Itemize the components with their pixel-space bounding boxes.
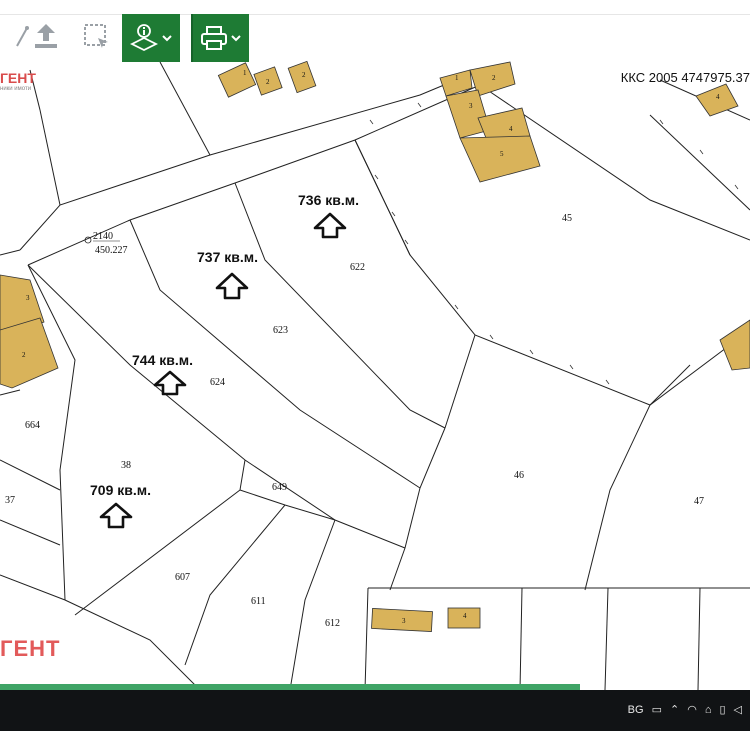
layers-info-icon (129, 24, 159, 52)
arrow-up-icon (215, 272, 249, 300)
parcel-number: 612 (325, 618, 340, 629)
point-code: 2140 (93, 231, 113, 242)
building-number: 2 (22, 351, 26, 359)
buildings (0, 60, 750, 632)
building-number: 3 (26, 294, 30, 302)
chevron-up-icon[interactable]: ⌃ (670, 703, 679, 716)
print-dropdown[interactable] (193, 14, 249, 62)
map-toolbar (0, 0, 750, 15)
cadastral-map[interactable]: 1 2 2 1 2 3 4 5 4 3 2 3 4 622 623 624 66… (0, 0, 750, 690)
parcel-number: 46 (514, 470, 524, 481)
agency-logo-top: ГЕНТ ники имоти (0, 70, 40, 104)
upload-icon (35, 24, 57, 48)
building-number: 1 (243, 69, 247, 77)
chevron-down-icon (231, 35, 241, 42)
upload-button[interactable] (24, 14, 68, 58)
arrow-up-icon (153, 370, 187, 396)
parcel-number: 47 (694, 496, 704, 507)
select-area-button[interactable] (74, 14, 118, 58)
logo-subtext: ники имоти (0, 86, 32, 92)
wifi-icon[interactable]: ◠ (687, 703, 697, 716)
keyboard-icon[interactable]: ▭ (652, 703, 662, 716)
system-tray: BG ▭ ⌃ ◠ ⌂ ▯ ◁ (628, 703, 742, 717)
point-elevation: 450.227 (95, 245, 128, 256)
parcel-number: 649 (272, 482, 287, 493)
building-number: 2 (266, 78, 270, 86)
agency-logo-bottom: ГЕНТ (0, 636, 61, 661)
layers-info-dropdown[interactable] (122, 14, 180, 62)
parcel-number: 611 (251, 596, 266, 607)
building-number: 4 (716, 93, 720, 101)
boundary-ticks (369, 102, 739, 385)
battery-icon[interactable]: ▯ (719, 703, 725, 716)
crs-coordinates-label: ККС 2005 4747975.37 (620, 70, 750, 85)
logo-text: ГЕНТ (0, 70, 36, 86)
arrow-up-icon (99, 502, 133, 529)
parcel-boundaries (0, 61, 750, 690)
parcel-number: 664 (25, 420, 40, 431)
survey-point: 2140 450.227 (84, 231, 128, 256)
building-number: 4 (463, 612, 467, 620)
network-icon[interactable]: ⌂ (705, 704, 712, 716)
building-number: 2 (302, 71, 306, 79)
parcel-number: 37 (5, 495, 15, 506)
building-number: 3 (402, 617, 406, 625)
parcel-number: 623 (273, 325, 288, 336)
building-number: 1 (455, 74, 459, 82)
building-number: 3 (469, 102, 473, 110)
area-label-709: 709 кв.м. (90, 482, 151, 498)
building-number: 2 (492, 74, 496, 82)
parcel-number: 607 (175, 572, 190, 583)
volume-icon[interactable]: ◁ (734, 703, 742, 716)
chevron-down-icon (162, 35, 172, 42)
parcel-number: 45 (562, 213, 572, 224)
language-indicator[interactable]: BG (628, 704, 644, 716)
select-area-icon (84, 24, 108, 48)
area-label-737: 737 кв.м. (197, 249, 258, 265)
arrow-up-icon (313, 212, 347, 239)
area-label-736: 736 кв.м. (298, 192, 359, 208)
parcel-number: 38 (121, 460, 131, 471)
building-number: 5 (500, 150, 504, 158)
parcel-number: 622 (350, 262, 365, 273)
building-number: 4 (509, 125, 513, 133)
area-label-744: 744 кв.м. (132, 352, 193, 368)
parcel-number: 624 (210, 377, 225, 388)
print-icon (201, 26, 227, 50)
